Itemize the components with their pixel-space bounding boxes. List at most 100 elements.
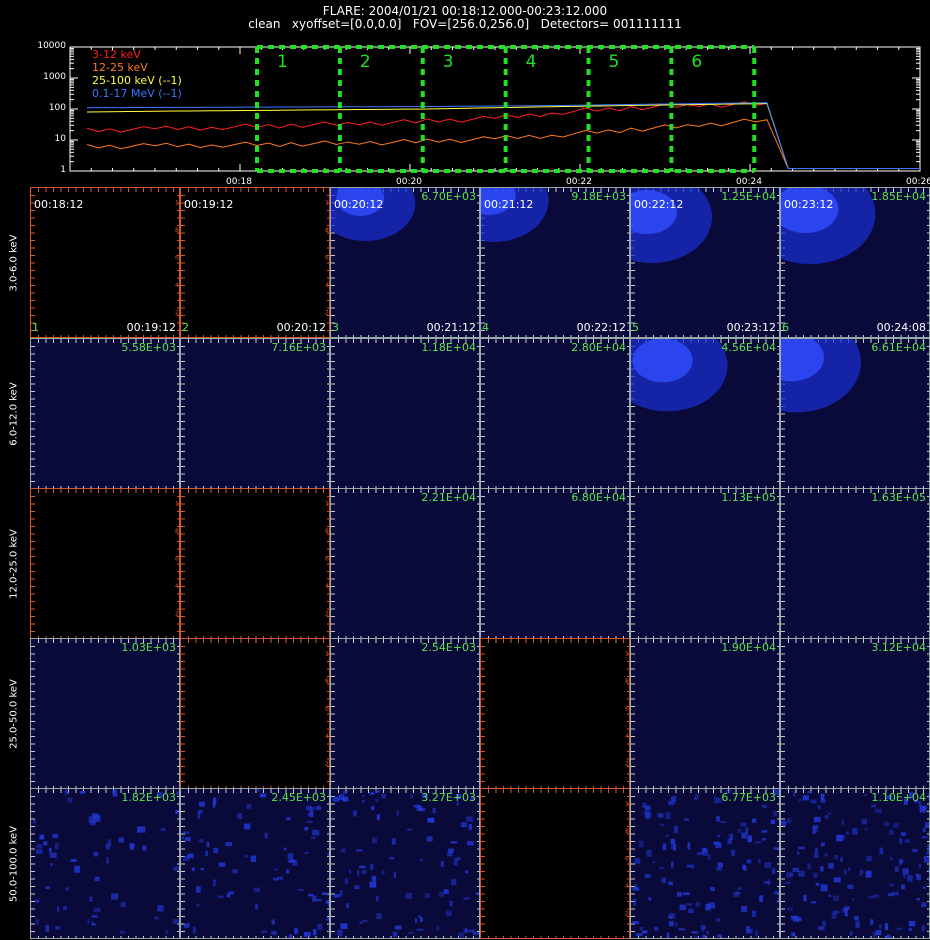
interval-label: 4: [526, 52, 537, 72]
panel-max-value: 6.77E+03: [721, 791, 776, 804]
panel-max-value: 5.58E+03: [121, 341, 176, 354]
svg-text:4: 4: [625, 733, 629, 740]
y-tick-label: 100: [48, 103, 66, 113]
panel-max-value: 1.10E+04: [871, 791, 926, 804]
image-panel: 2.80E+04: [480, 338, 630, 489]
image-panel: 1.10E+04: [780, 788, 930, 939]
energy-band-label: 25.0-50.0 keV: [8, 678, 20, 749]
panel-max-value: 2.54E+03: [421, 641, 476, 654]
svg-text:2: 2: [325, 310, 329, 317]
interval-label: 1: [277, 52, 288, 72]
panel-end-time: 00:21:12: [426, 321, 476, 334]
y-tick-label: 10000: [37, 41, 66, 51]
svg-text:6: 6: [625, 856, 629, 863]
svg-text:6: 6: [625, 706, 629, 713]
image-panel: 246810: [480, 638, 630, 789]
image-panel: 3.27E+03: [330, 788, 480, 939]
interval-label: 3: [443, 52, 454, 72]
image-panel: 246810: [180, 488, 330, 639]
image-panel: 5.58E+03: [30, 338, 180, 489]
panel-max-value: 1.85E+04: [871, 190, 926, 203]
legend-entry: 3-12 keV: [92, 48, 141, 61]
svg-text:4: 4: [325, 733, 329, 740]
panel-max-value: 1.25E+04: [721, 190, 776, 203]
image-panel: 2.21E+04: [330, 488, 480, 639]
image-panel: 24681000:18:1200:19:121: [30, 187, 180, 338]
panel-max-value: 3.27E+03: [421, 791, 476, 804]
image-panel: 6.61E+04: [780, 338, 930, 489]
svg-text:2: 2: [175, 310, 179, 317]
image-panel: 1.25E+04 00:22:12 00:23:12 5: [630, 187, 780, 338]
panel-max-value: 3.12E+04: [871, 641, 926, 654]
svg-text:6: 6: [325, 556, 329, 563]
legend-entry: 25-100 keV (--1): [92, 74, 182, 87]
image-panel: 2.54E+03: [330, 638, 480, 789]
svg-text:4: 4: [625, 883, 629, 890]
panel-end-time: 00:23:12: [726, 321, 776, 334]
series-line: [86, 103, 789, 169]
panel-end-time: 00:19:12: [126, 321, 176, 334]
image-panel: 7.16E+03: [180, 338, 330, 489]
energy-band-label: 50.0-100.0 keV: [8, 825, 20, 902]
legend-entry: 0.1-17 MeV (--1): [92, 87, 182, 100]
image-panel: 246810: [30, 488, 180, 639]
panel-end-time: 00:24:08: [876, 321, 926, 334]
panel-max-value: 1.18E+04: [421, 341, 476, 354]
panel-interval-number: 6: [782, 321, 789, 334]
svg-text:8: 8: [175, 227, 179, 234]
image-panel: 246810: [480, 788, 630, 939]
x-tick-label: 00:22: [566, 177, 592, 187]
panel-max-value: 2.45E+03: [271, 791, 326, 804]
panel-start-time: 00:18:12: [34, 198, 84, 211]
panel-max-value: 7.16E+03: [271, 341, 326, 354]
image-panel: 1.63E+05: [780, 488, 930, 639]
svg-text:8: 8: [175, 528, 179, 535]
svg-text:8: 8: [625, 678, 629, 685]
image-panel: 1.85E+04 00:23:12 00:24:08 6: [780, 187, 930, 338]
series-line: [86, 118, 789, 169]
series-line: [86, 101, 789, 169]
panel-start-time: 00:21:12: [484, 198, 534, 211]
panel-max-value: 1.03E+03: [121, 641, 176, 654]
panel-interval-number: 2: [182, 321, 189, 334]
svg-text:2: 2: [325, 761, 329, 768]
panel-max-value: 1.63E+05: [871, 491, 926, 504]
interval-label: 6: [691, 52, 702, 72]
image-panel: 1.13E+05: [630, 488, 780, 639]
legend-entry: 12-25 keV: [92, 61, 148, 74]
interval-label: 5: [609, 52, 620, 72]
panel-interval-number: 3: [332, 321, 339, 334]
image-panel: 6.77E+03: [630, 788, 780, 939]
x-tick-label: 00:24: [736, 177, 762, 187]
panel-max-value: 6.80E+04: [571, 491, 626, 504]
svg-text:6: 6: [175, 255, 179, 262]
image-panel: 4.56E+04: [630, 338, 780, 489]
panel-interval-number: 5: [632, 321, 639, 334]
image-panel: 246810: [180, 638, 330, 789]
panel-start-time: 00:19:12: [184, 198, 234, 211]
panel-end-time: 00:20:12: [276, 321, 326, 334]
panel-max-value: 2.21E+04: [421, 491, 476, 504]
energy-band-label: 3.0-6.0 keV: [8, 233, 20, 292]
svg-text:8: 8: [325, 678, 329, 685]
image-panel: 9.18E+03 00:21:12 00:22:12 4: [480, 187, 630, 338]
x-tick-label: 00:18: [226, 177, 252, 187]
x-tick-label: 00:26: [906, 177, 930, 187]
x-tick-label: 00:20: [396, 177, 422, 187]
image-panel: 1.82E+03: [30, 788, 180, 939]
image-panel: 6.70E+03 00:20:12 00:21:12 3: [330, 187, 480, 338]
panel-max-value: 9.18E+03: [571, 190, 626, 203]
svg-text:8: 8: [625, 828, 629, 835]
panel-max-value: 6.70E+03: [421, 190, 476, 203]
image-panel: 2.45E+03: [180, 788, 330, 939]
interval-label: 2: [360, 52, 371, 72]
energy-band-label: 12.0-25.0 keV: [8, 528, 20, 599]
energy-band-label: 6.0-12.0 keV: [8, 381, 20, 446]
svg-text:2: 2: [625, 761, 629, 768]
panel-interval-number: 1: [32, 321, 39, 334]
svg-text:4: 4: [175, 583, 179, 590]
svg-text:6: 6: [325, 706, 329, 713]
panel-start-time: 00:23:12: [784, 198, 834, 211]
image-panel: 6.80E+04: [480, 488, 630, 639]
y-tick-label: 1000: [43, 72, 66, 82]
